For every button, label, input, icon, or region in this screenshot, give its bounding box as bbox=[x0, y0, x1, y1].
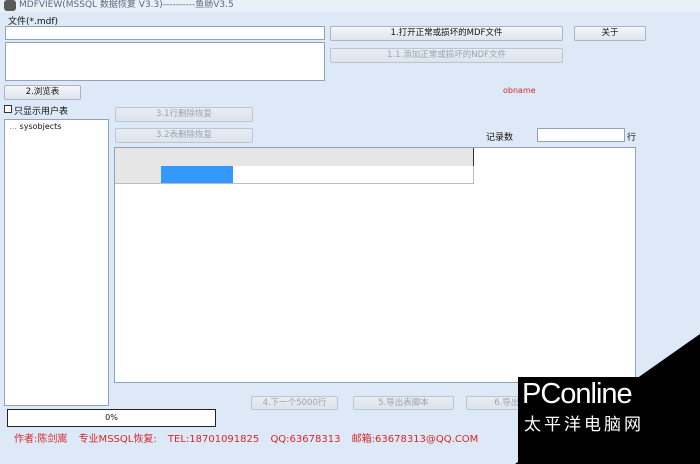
record-count-label: 记录数 bbox=[486, 133, 514, 143]
next-5000-rows-button[interactable]: 4.下一个5000行 bbox=[251, 396, 338, 410]
restore-deleted-rows-button[interactable]: 3.1行删除恢复 bbox=[115, 107, 253, 122]
grid-row-header-corner bbox=[115, 148, 162, 167]
footer-tel: TEL:18701091825 bbox=[167, 434, 260, 445]
footer-author: 作者:陈剑嵩 bbox=[14, 434, 68, 445]
footer-qq: QQ:63678313 bbox=[270, 434, 341, 445]
window-title: MDFVIEW(MSSQL 数据恢复 V3.3)----------鱼肠V3.5 bbox=[19, 0, 234, 10]
user-tables-only-label: 只显示用户表 bbox=[14, 107, 69, 117]
tree-item-sysobjects[interactable]: sysobjects bbox=[9, 122, 62, 131]
record-count-unit: 行 bbox=[627, 133, 637, 143]
grid-column-header[interactable] bbox=[313, 148, 378, 167]
user-tables-only-checkbox[interactable]: 只显示用户表 bbox=[4, 104, 94, 117]
file-path-input[interactable] bbox=[5, 26, 325, 40]
grid-column-header[interactable] bbox=[377, 148, 474, 167]
grid-row-header[interactable] bbox=[115, 166, 162, 184]
record-count-input[interactable] bbox=[537, 128, 625, 142]
progress-text: 0% bbox=[105, 413, 118, 422]
grid-cell[interactable] bbox=[313, 166, 378, 184]
watermark-logo: PConline bbox=[522, 378, 633, 410]
about-button[interactable]: 关于 bbox=[574, 26, 646, 41]
footer-email: 邮箱:63678313@QQ.COM bbox=[351, 434, 479, 445]
grid-cell[interactable] bbox=[377, 166, 474, 184]
export-table-script-button[interactable]: 5.导出表脚本 bbox=[353, 396, 454, 410]
checkbox-box[interactable] bbox=[4, 105, 12, 113]
restore-deleted-table-button[interactable]: 3.2表删除恢复 bbox=[115, 128, 253, 143]
author-footer: 作者:陈剑嵩 专业MSSQL恢复: TEL:18701091825 QQ:636… bbox=[14, 430, 486, 445]
progress-bar: 0% bbox=[7, 409, 216, 427]
table-tree[interactable]: sysobjects bbox=[4, 119, 109, 406]
file-list-box[interactable] bbox=[5, 42, 325, 81]
grid-cell-selected[interactable] bbox=[161, 166, 234, 184]
grid-column-header[interactable] bbox=[161, 148, 234, 167]
open-mdf-button[interactable]: 1.打开正常或损坏的MDF文件 bbox=[330, 26, 563, 41]
footer-specialty: 专业MSSQL恢复: bbox=[78, 434, 157, 445]
watermark-subtitle: 太平洋电脑网 bbox=[524, 415, 644, 435]
browse-tables-button[interactable]: 2.浏览表 bbox=[4, 85, 81, 100]
grid-cell[interactable] bbox=[233, 166, 314, 184]
grid-column-header[interactable] bbox=[233, 148, 314, 167]
add-ndf-button[interactable]: 1.1.添加正常或损坏的NDF文件 bbox=[330, 48, 563, 63]
app-icon bbox=[4, 0, 16, 11]
objname-label: obname bbox=[503, 86, 536, 95]
